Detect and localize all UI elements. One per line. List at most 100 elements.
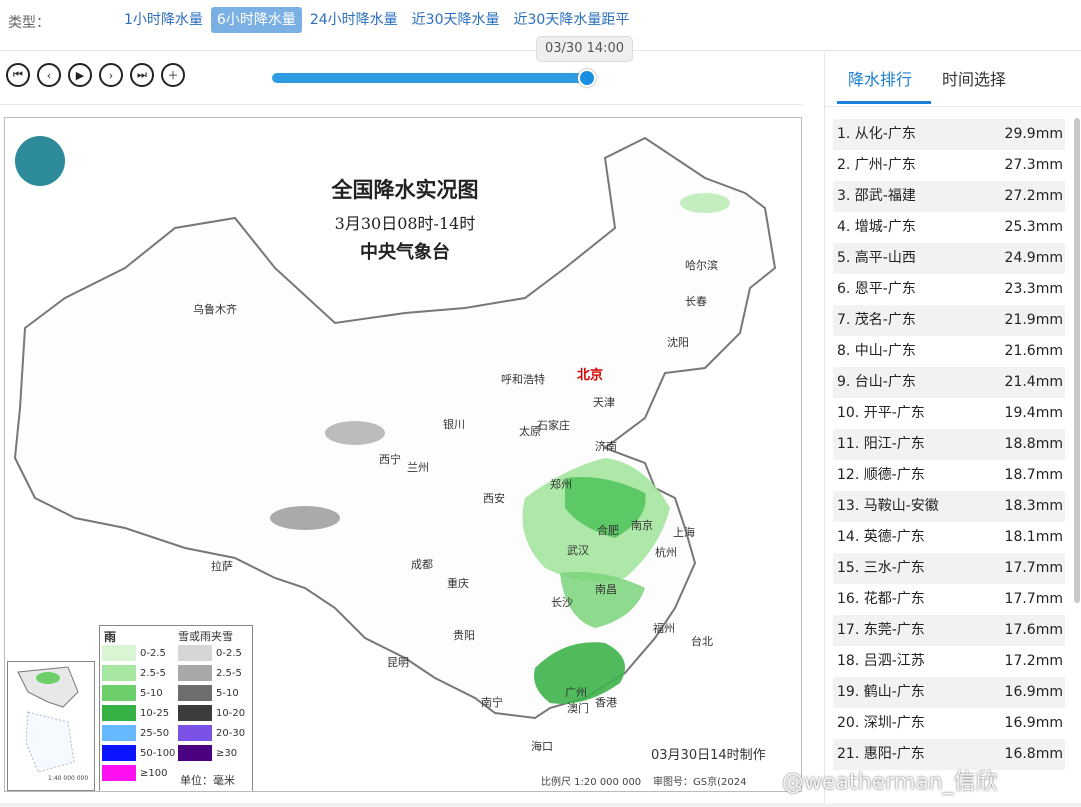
ranking-row[interactable]: 19. 鹤山-广东 16.9mm <box>833 677 1065 708</box>
legend-swatch <box>178 665 212 681</box>
ranking-value: 19.4mm <box>1004 405 1063 421</box>
legend-swatch <box>178 745 212 761</box>
legend-label: 20-30 <box>216 727 246 739</box>
ranking-row[interactable]: 11. 阳江-广东 18.8mm <box>833 429 1065 460</box>
play-icon[interactable]: ▶ <box>68 63 92 87</box>
ranking-value: 17.6mm <box>1004 622 1063 638</box>
ranking-row[interactable]: 5. 高平-山西 24.9mm <box>833 243 1065 274</box>
timeline-handle[interactable] <box>578 69 596 87</box>
legend-label: 10-20 <box>216 707 246 719</box>
ranking-station: 9. 台山-广东 <box>837 374 916 390</box>
ranking-row[interactable]: 18. 吕泗-江苏 17.2mm <box>833 646 1065 677</box>
last-frame-icon[interactable]: ⏭ <box>130 63 154 87</box>
ranking-row[interactable]: 20. 深圳-广东 16.9mm <box>833 708 1065 739</box>
ranking-station: 5. 高平-山西 <box>837 250 916 266</box>
city-hangzhou: 杭州 <box>655 546 677 559</box>
ranking-station: 17. 东莞-广东 <box>837 622 925 638</box>
ranking-row[interactable]: 12. 顺德-广东 18.7mm <box>833 460 1065 491</box>
ranking-value: 24.9mm <box>1004 250 1063 266</box>
ranking-station: 20. 深圳-广东 <box>837 715 925 731</box>
city-harbin: 哈尔滨 <box>685 259 718 272</box>
ranking-station: 15. 三水-广东 <box>837 560 925 576</box>
panel-tabs: 降水排行 时间选择 <box>825 52 1081 107</box>
ranking-value: 18.8mm <box>1004 436 1063 452</box>
city-chengdu: 成都 <box>411 558 433 571</box>
city-jinan: 济南 <box>595 440 617 453</box>
type-tab-30d-anomaly[interactable]: 近30天降水量距平 <box>508 7 636 33</box>
legend-item: 5-10 <box>102 684 163 702</box>
ranking-station: 6. 恩平-广东 <box>837 281 916 297</box>
ranking-row[interactable]: 6. 恩平-广东 23.3mm <box>833 274 1065 305</box>
city-wuhan: 武汉 <box>567 544 589 557</box>
legend-item: 2.5-5 <box>178 664 242 682</box>
ranking-row[interactable]: 15. 三水-广东 17.7mm <box>833 553 1065 584</box>
legend-label: 2.5-5 <box>140 667 166 679</box>
map-made-time: 03月30日14时制作 <box>651 748 766 763</box>
city-xianggang: 香港 <box>595 696 617 709</box>
legend-item: 0-2.5 <box>178 644 242 662</box>
ranking-value: 21.4mm <box>1004 374 1063 390</box>
south-china-sea-inset: 1:40 000 000 <box>7 661 95 791</box>
ranking-value: 25.3mm <box>1004 219 1063 235</box>
city-changchun: 长春 <box>685 295 707 308</box>
ranking-row[interactable]: 10. 开平-广东 19.4mm <box>833 398 1065 429</box>
city-shijiazhuang: 石家庄 <box>537 419 570 432</box>
ranking-scrollbar[interactable] <box>1074 118 1080 603</box>
legend-label: ≥30 <box>216 747 238 759</box>
type-tabs: 1小时降水量 6小时降水量 24小时降水量 近30天降水量 近30天降水量距平 <box>118 7 637 33</box>
legend-swatch <box>102 725 136 741</box>
ranking-value: 29.9mm <box>1004 126 1063 142</box>
playback-controls: ⏮ ‹ ▶ › ⏭ ＋ <box>6 63 192 87</box>
ranking-panel: 降水排行 时间选择 1. 从化-广东 29.9mm 2. 广州-广东 27.3mm 3.… <box>824 52 1081 807</box>
tab-time-select[interactable]: 时间选择 <box>942 66 1006 90</box>
city-beijing: 北京 <box>577 368 604 383</box>
legend-label: 0-2.5 <box>140 647 166 659</box>
map-subtitle: 3月30日08时-14时 <box>334 214 476 233</box>
bottom-border <box>0 803 1081 807</box>
ranking-row[interactable]: 17. 东莞-广东 17.6mm <box>833 615 1065 646</box>
type-tab-24h[interactable]: 24小时降水量 <box>304 7 404 33</box>
next-frame-icon[interactable]: › <box>99 63 123 87</box>
legend-swatch <box>102 705 136 721</box>
type-tab-1h[interactable]: 1小时降水量 <box>118 7 209 33</box>
tab-precip-ranking[interactable]: 降水排行 <box>848 66 912 90</box>
zoom-in-icon[interactable]: ＋ <box>161 63 185 87</box>
ranking-row[interactable]: 14. 英德-广东 18.1mm <box>833 522 1065 553</box>
city-xining: 西宁 <box>379 453 401 466</box>
legend-label: 2.5-5 <box>216 667 242 679</box>
timeline-track[interactable] <box>272 73 590 83</box>
snow-area-qinghai <box>325 421 385 445</box>
ranking-value: 17.7mm <box>1004 591 1063 607</box>
city-urumqi: 乌鲁木齐 <box>193 303 237 316</box>
legend-swatch <box>102 685 136 701</box>
map-org: 中央气象台 <box>360 242 450 263</box>
type-tab-6h[interactable]: 6小时降水量 <box>210 7 302 33</box>
legend-item: 25-50 <box>102 724 169 742</box>
previous-frame-icon[interactable]: ‹ <box>37 63 61 87</box>
city-nanchang: 南昌 <box>595 583 617 596</box>
ranking-row[interactable]: 9. 台山-广东 21.4mm <box>833 367 1065 398</box>
ranking-station: 12. 顺德-广东 <box>837 467 925 483</box>
ranking-row[interactable]: 16. 花都-广东 17.7mm <box>833 584 1065 615</box>
ranking-row[interactable]: 3. 邵武-福建 27.2mm <box>833 181 1065 212</box>
ranking-row[interactable]: 13. 马鞍山-安徽 18.3mm <box>833 491 1065 522</box>
active-tab-underline <box>837 101 931 104</box>
city-hefei: 合肥 <box>597 524 619 537</box>
divider <box>0 104 802 105</box>
city-shenyang: 沈阳 <box>667 336 689 349</box>
ranking-row[interactable]: 4. 增城-广东 25.3mm <box>833 212 1065 243</box>
inset-graphic <box>17 666 79 773</box>
ranking-row[interactable]: 8. 中山-广东 21.6mm <box>833 336 1065 367</box>
city-hohhot: 呼和浩特 <box>501 373 545 386</box>
ranking-station: 4. 增城-广东 <box>837 219 916 235</box>
ranking-row[interactable]: 2. 广州-广东 27.3mm <box>833 150 1065 181</box>
type-tab-30d[interactable]: 近30天降水量 <box>406 7 506 33</box>
first-frame-icon[interactable]: ⏮ <box>6 63 30 87</box>
legend-item: 50-100 <box>102 744 175 762</box>
ranking-row[interactable]: 7. 茂名-广东 21.9mm <box>833 305 1065 336</box>
legend-label: 25-50 <box>140 727 170 739</box>
ranking-value: 16.9mm <box>1004 684 1063 700</box>
ranking-row[interactable]: 1. 从化-广东 29.9mm <box>833 119 1065 150</box>
city-yinchuan: 银川 <box>443 418 465 431</box>
ranking-value: 23.3mm <box>1004 281 1063 297</box>
